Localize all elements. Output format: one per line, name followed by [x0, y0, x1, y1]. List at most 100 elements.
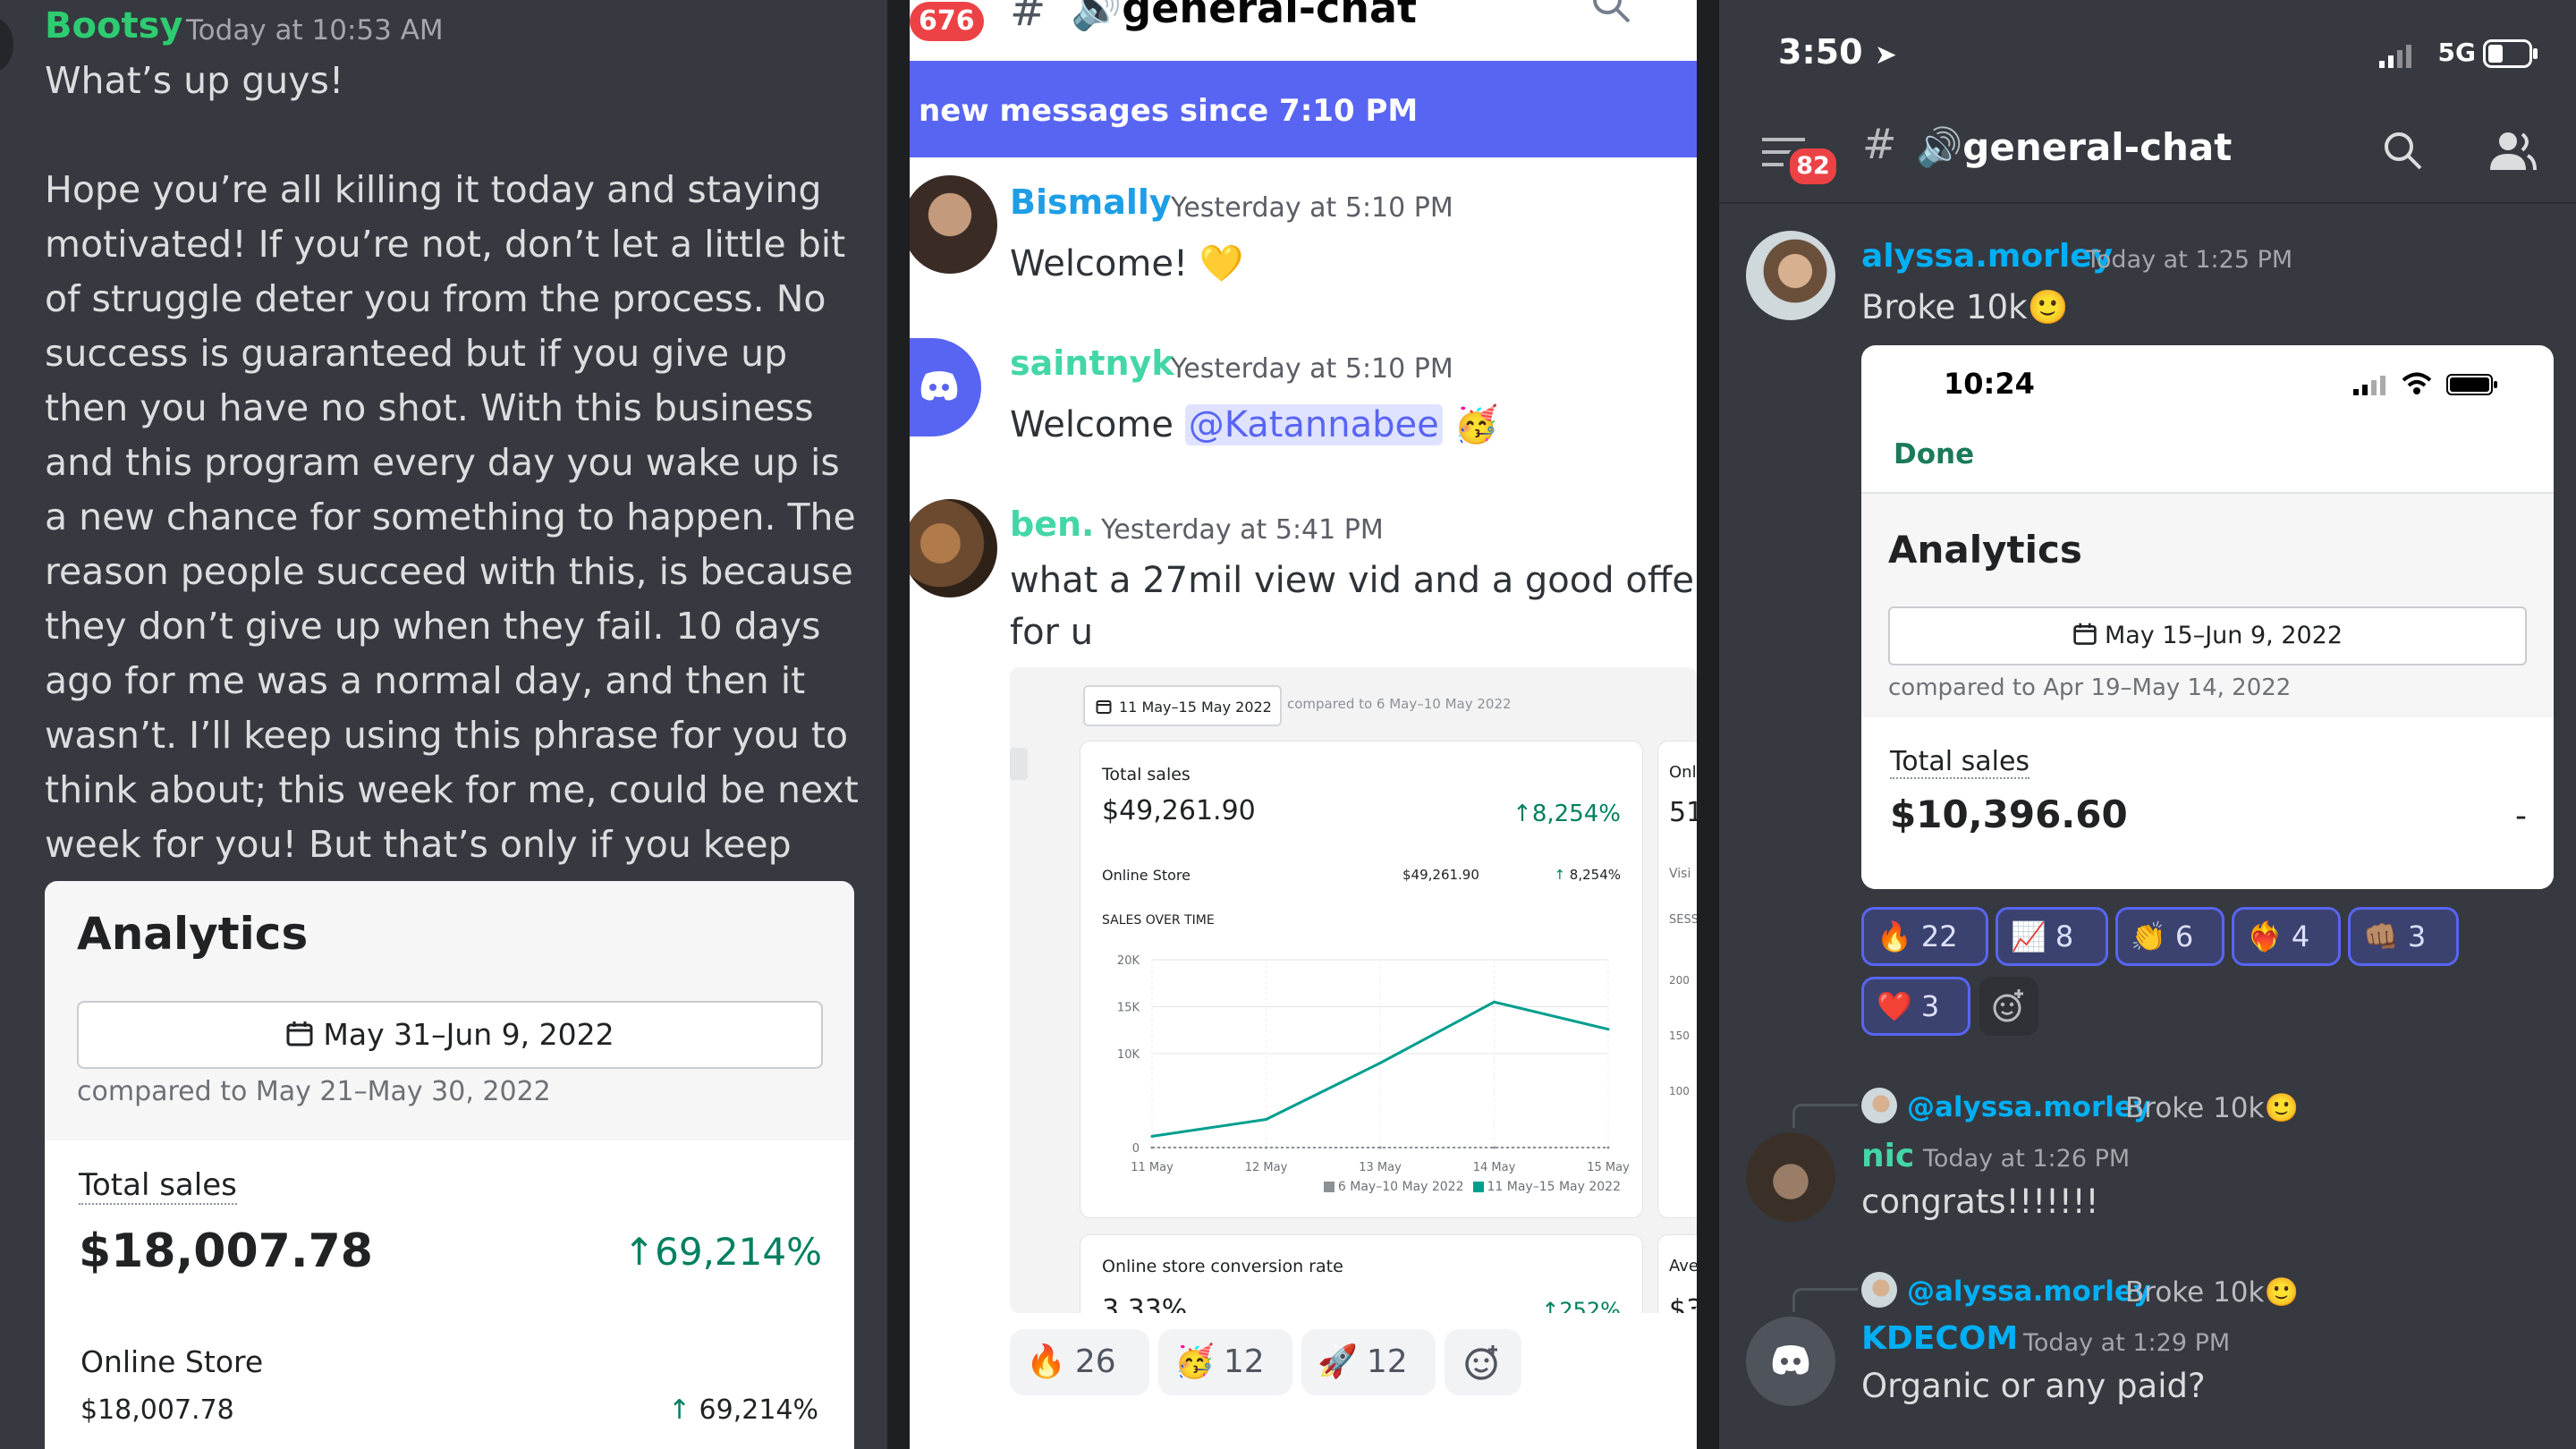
- reaction-rocket[interactable]: 🚀 12: [1301, 1329, 1436, 1395]
- discord-logo-icon: [920, 371, 958, 401]
- arrow-up-icon: ↑: [623, 1230, 656, 1274]
- axis-tick: 100: [1669, 1085, 1690, 1097]
- message-line: for u: [1010, 612, 1094, 653]
- channel-hash-icon: #: [1862, 120, 1897, 168]
- total-sales-value: $18,007.78: [79, 1224, 373, 1278]
- reaction-fist[interactable]: 👊🏽 3: [2348, 907, 2459, 966]
- fire-emoji-icon: 🔥: [1026, 1343, 1066, 1380]
- message-author[interactable]: Bootsy: [45, 5, 182, 47]
- avatar[interactable]: [1746, 231, 1835, 320]
- user-mention[interactable]: @Katannabee: [1184, 404, 1443, 445]
- analytics-card[interactable]: 10:24 Done Analytics May 15–Jun 9, 2022 …: [1861, 345, 2554, 889]
- date-range-label: May 31–Jun 9, 2022: [323, 1017, 614, 1052]
- chart-legend: 6 May–10 May 2022 11 May–15 May 2022: [1315, 1180, 1621, 1194]
- message-author[interactable]: ben.: [1010, 504, 1094, 544]
- reaction-heart[interactable]: ❤️ 3: [1861, 977, 1970, 1036]
- calendar-icon: [286, 1021, 313, 1046]
- axis-tick: 150: [1669, 1030, 1690, 1042]
- legend-label: 11 May–15 May 2022: [1487, 1180, 1622, 1194]
- message-author[interactable]: KDECOM: [1861, 1320, 2018, 1357]
- channel-title[interactable]: 🔊general-chat: [1916, 125, 2232, 170]
- analytics-card[interactable]: Analytics May 31–Jun 9, 2022 compared to…: [45, 881, 854, 1449]
- unread-badge[interactable]: 676: [910, 2, 984, 41]
- message-author[interactable]: Bismally: [1010, 182, 1172, 222]
- left-screenshot-panel: Bootsy Today at 10:53 AM What’s up guys!…: [0, 0, 887, 1449]
- search-icon[interactable]: [1589, 0, 1634, 27]
- wifi-icon: [2402, 372, 2432, 394]
- reaction-count: 4: [2291, 919, 2310, 953]
- data-point: [1493, 1146, 1496, 1149]
- phone-time: 10:24: [1944, 367, 2035, 401]
- message-timestamp: Today at 1:26 PM: [1923, 1145, 2131, 1173]
- avatar[interactable]: [1746, 1132, 1835, 1222]
- y-tick-label: 0: [1132, 1142, 1140, 1156]
- compared-range: compared to Apr 19–May 14, 2022: [1888, 674, 2292, 701]
- x-tick-label: 11 May: [1131, 1161, 1174, 1174]
- new-messages-bar[interactable]: new messages since 7:10 PM: [910, 61, 1697, 157]
- location-arrow-icon: ➤: [1874, 39, 1897, 71]
- reaction-count: 12: [1223, 1343, 1265, 1380]
- tile-axis-ticks: 200 150 100: [1669, 953, 1690, 1119]
- speaker-icon: 🔊: [1916, 125, 1963, 169]
- total-sales-label: Total sales: [1102, 765, 1191, 784]
- add-reaction-button[interactable]: [1979, 977, 2038, 1036]
- reaction-fire[interactable]: 🔥 22: [1861, 907, 1988, 966]
- reaction-clap[interactable]: 👏 6: [2115, 907, 2224, 966]
- members-icon[interactable]: [2487, 129, 2537, 174]
- date-range-button[interactable]: May 31–Jun 9, 2022: [77, 1001, 823, 1069]
- battery-icon: [2446, 374, 2497, 395]
- reaction-chart[interactable]: 📈 8: [1996, 907, 2108, 966]
- message-timestamp: Today at 1:25 PM: [2086, 246, 2293, 274]
- reaction-count: 8: [2055, 919, 2074, 953]
- x-tick-label: 12 May: [1245, 1161, 1288, 1174]
- chart-title: SALES OVER TIME: [1102, 913, 1215, 928]
- message-text-start: Welcome: [1010, 404, 1185, 445]
- compared-range: compared to 6 May–10 May 2022: [1287, 696, 1512, 712]
- reply-preview[interactable]: Broke 10k🙂: [2125, 1275, 2299, 1309]
- network-type: 5G: [2437, 38, 2476, 67]
- channel-title[interactable]: 🔊general-chat: [1071, 0, 1417, 33]
- channel-name: general-chat: [1962, 125, 2233, 169]
- battery-icon: [2483, 39, 2538, 68]
- channel-hash-icon: #: [1010, 0, 1046, 36]
- message-text-end: 🥳: [1442, 404, 1499, 445]
- avatar[interactable]: [910, 175, 997, 274]
- sales-over-time-chart: 0 10K 15K 20K 11 May 12 May 13 May 14 May 15 May: [1117, 954, 1630, 1174]
- total-sales-change: -: [2515, 798, 2527, 835]
- avatar[interactable]: [0, 18, 13, 72]
- done-button[interactable]: Done: [1894, 438, 1974, 470]
- message-body: What’s up guys! Hope you’re all killing …: [45, 54, 863, 981]
- message-author[interactable]: saintnyk: [1010, 343, 1174, 383]
- panel-divider: [887, 0, 910, 1449]
- data-point: [1378, 1146, 1382, 1149]
- reaction-count: 6: [2174, 919, 2194, 953]
- data-point: [1265, 1146, 1267, 1149]
- attached-image[interactable]: 11 May–15 May 2022 compared to 6 May–10 …: [1010, 667, 1697, 1313]
- date-range-label: May 15–Jun 9, 2022: [2104, 622, 2343, 649]
- reaction-heart-fire[interactable]: ❤️‍🔥 4: [2232, 907, 2341, 966]
- reply-preview[interactable]: Broke 10k🙂: [2125, 1091, 2299, 1124]
- add-reaction-button[interactable]: [1445, 1329, 1521, 1395]
- reaction-partying[interactable]: 🥳 12: [1158, 1329, 1292, 1395]
- search-icon[interactable]: [2381, 129, 2426, 174]
- message-author[interactable]: nic: [1861, 1138, 1914, 1174]
- data-point: [1265, 1118, 1267, 1121]
- calendar-icon: [2073, 623, 2097, 645]
- calendar-icon: [1096, 700, 1112, 714]
- conversion-rate-value: 3.33%: [1102, 1294, 1188, 1313]
- reaction-count: 26: [1074, 1343, 1116, 1380]
- online-store-change: ↑ 8,254%: [1554, 867, 1621, 883]
- reaction-fire[interactable]: 🔥 26: [1010, 1329, 1149, 1395]
- online-store-value: $18,007.78: [80, 1394, 234, 1426]
- message-timestamp: Today at 10:53 AM: [186, 14, 444, 47]
- reply-mention[interactable]: @alyssa.morley: [1907, 1275, 2151, 1308]
- avatar[interactable]: [910, 499, 997, 597]
- x-tick-label: 14 May: [1473, 1161, 1516, 1174]
- reply-mention[interactable]: @alyssa.morley: [1907, 1091, 2151, 1123]
- avatar: [1861, 1088, 1897, 1123]
- avatar: [1861, 1272, 1897, 1308]
- arrow-up-icon: ↑: [1513, 801, 1532, 827]
- date-range-button[interactable]: May 15–Jun 9, 2022: [1888, 606, 2527, 665]
- message-author[interactable]: alyssa.morley: [1861, 238, 2113, 275]
- rocket-emoji-icon: 🚀: [1318, 1343, 1358, 1380]
